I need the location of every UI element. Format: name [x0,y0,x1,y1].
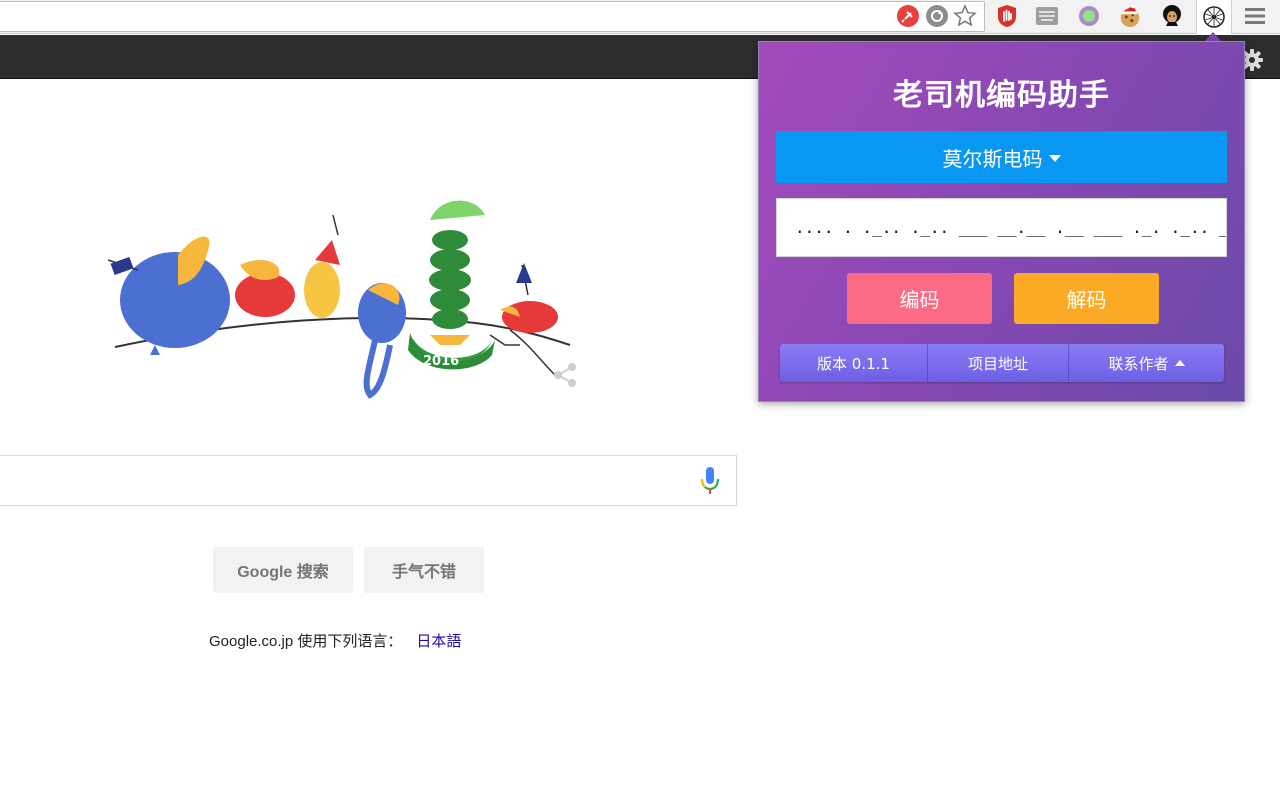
google-search-button[interactable]: Google 搜索 [213,547,353,593]
browser-toolbar [0,0,1280,34]
avatar-extension-icon[interactable] [1160,4,1184,28]
red-plug-extension-icon[interactable] [896,4,920,28]
coding-helper-popup: 老司机编码助手 莫尔斯电码 .... . ._.. ._.. ___ __.__… [758,41,1245,402]
sync-extension-icon[interactable] [925,4,949,28]
language-offer-text: Google.co.jp 使用下列语言： [209,633,403,650]
search-input[interactable] [0,455,737,506]
text-input-value: .... . ._.. ._.. ___ __.__ .__ ___ ._. .… [795,218,1227,237]
caret-down-icon [1048,154,1061,162]
popup-title: 老司机编码助手 [893,78,1110,113]
contact-author-dropdown[interactable]: 联系作者 [1069,344,1224,382]
coding-helper-extension-icon [1203,6,1225,28]
language-link-japanese[interactable]: 日本語 [416,633,461,650]
text-input-field[interactable]: .... . ._.. ._.. ___ __.__ .__ ___ ._. .… [776,198,1227,257]
version-link[interactable]: 版本 0.1.1 [780,344,928,382]
encode-button[interactable]: 编码 [847,273,992,324]
encoding-mode-label: 莫尔斯电码 [942,146,1043,171]
doodle-year-text: 2016 [423,354,459,369]
purple-ring-extension-icon[interactable] [1077,4,1101,28]
voice-search-mic-icon[interactable] [697,466,723,496]
keyboard-extension-icon[interactable] [1035,4,1059,28]
chrome-menu-icon[interactable] [1243,4,1267,28]
project-link[interactable]: 项目地址 [928,344,1069,382]
ublock-hand-icon[interactable] [995,4,1019,28]
feeling-lucky-button[interactable]: 手气不错 [364,547,484,593]
popup-pointer [1205,32,1221,41]
bookmark-star-icon[interactable] [953,4,977,28]
contact-author-label: 联系作者 [1108,354,1169,373]
encoding-mode-dropdown[interactable]: 莫尔斯电码 [776,131,1227,183]
popup-footer-bar: 版本 0.1.1 项目地址 联系作者 [780,344,1224,382]
cookie-santa-extension-icon[interactable] [1118,4,1142,28]
language-offer: Google.co.jp 使用下列语言： 日本語 [209,630,461,651]
share-icon[interactable] [551,361,579,389]
caret-up-icon [1174,360,1185,366]
coding-helper-extension-button[interactable] [1196,0,1232,34]
google-doodle[interactable]: 2016 [100,195,590,410]
address-bar[interactable] [0,1,985,32]
decode-button[interactable]: 解码 [1014,273,1159,324]
